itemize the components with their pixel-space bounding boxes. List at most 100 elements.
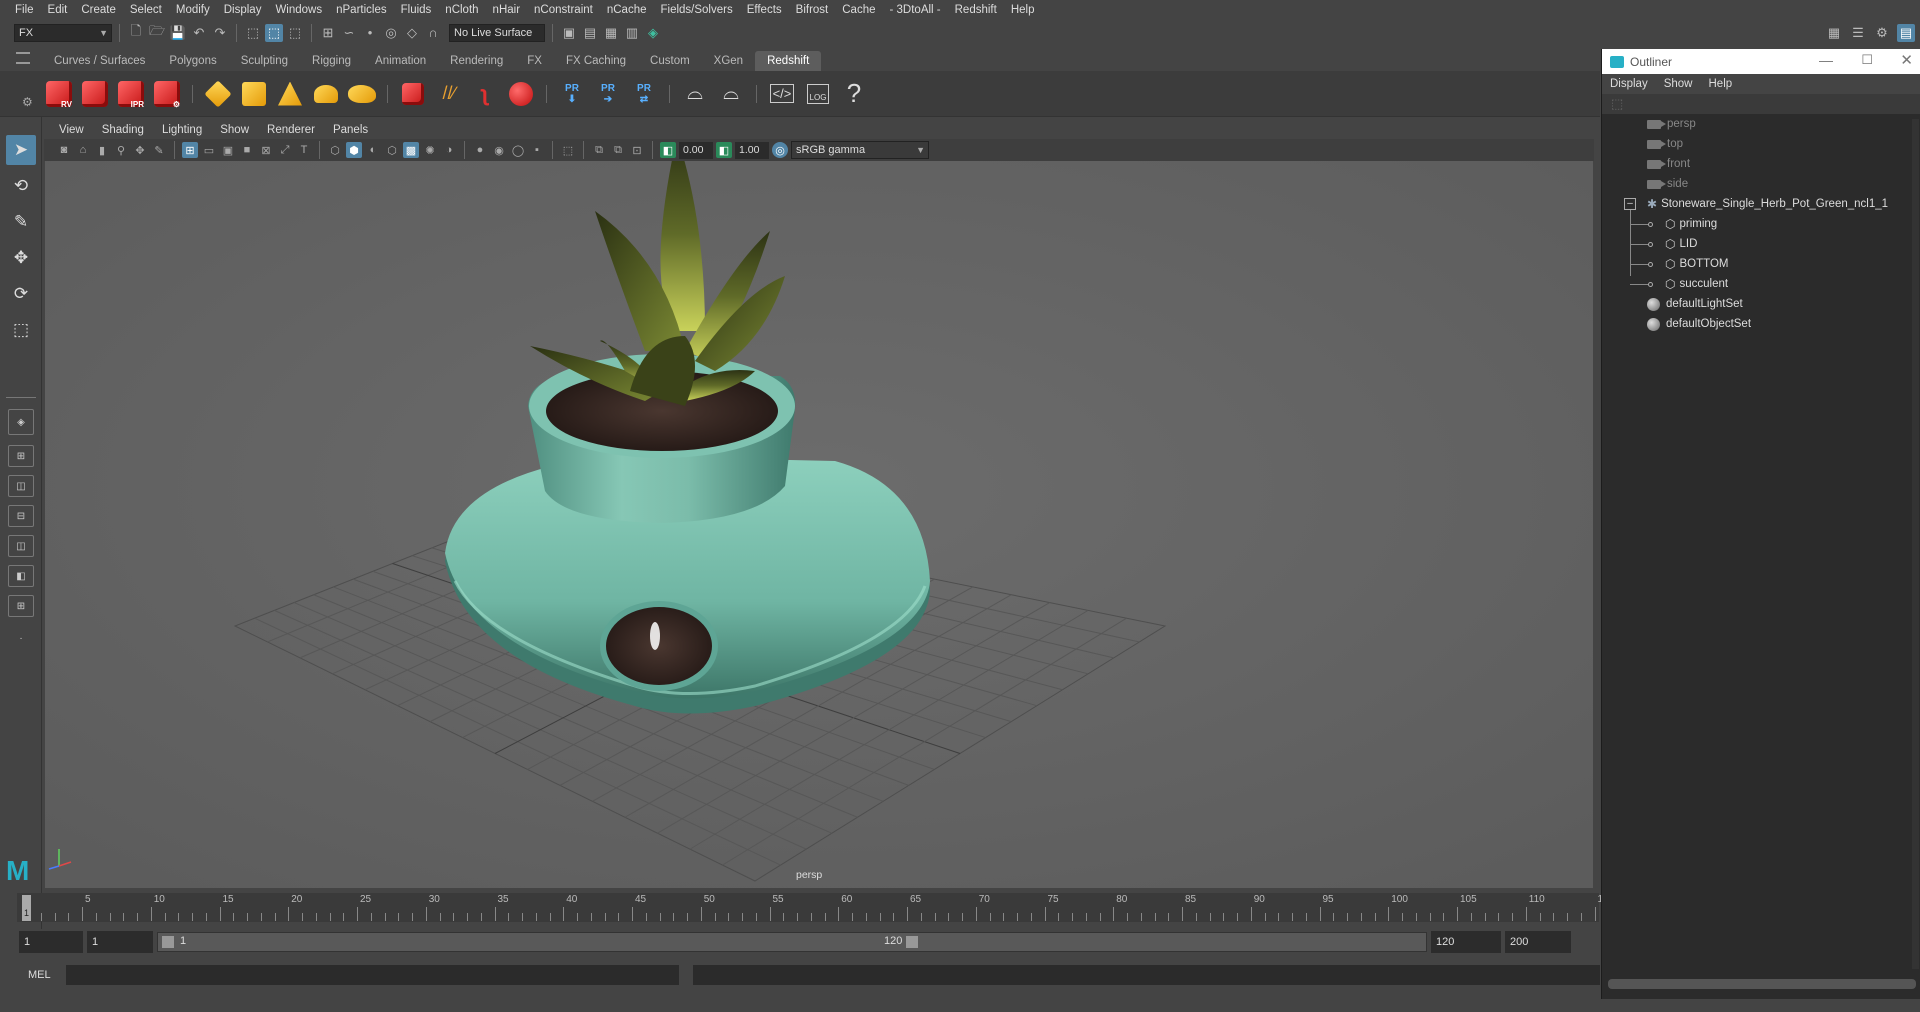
redshift-rv-button[interactable]: RV [44, 77, 74, 111]
render-settings-icon[interactable]: ▥ [623, 24, 641, 42]
color-management-icon[interactable]: ◎ [772, 142, 788, 158]
tool-settings-icon[interactable]: ⚙ [1873, 24, 1891, 42]
exposure-toggle-icon[interactable]: ◧ [660, 142, 676, 158]
visibility-dot[interactable] [1648, 242, 1653, 247]
menu-item-11[interactable]: nConstraint [527, 4, 600, 16]
channel-box-icon[interactable]: ▤ [1897, 24, 1915, 42]
bookmark-icon[interactable]: ▮ [94, 142, 110, 158]
exposure-field[interactable]: 0.00 [679, 141, 713, 159]
outliner-row-camera[interactable]: persp [1647, 114, 1696, 134]
menu-item-5[interactable]: Display [217, 4, 269, 16]
shelf-tab-5[interactable]: Rendering [438, 51, 515, 71]
menu-item-19[interactable]: Help [1004, 4, 1042, 16]
redshift-sphere-button[interactable] [506, 77, 536, 111]
outliner-persp-icon[interactable]: ◧ [8, 565, 34, 587]
menu-item-1[interactable]: Edit [41, 4, 75, 16]
menu-item-12[interactable]: nCache [600, 4, 654, 16]
xray-icon[interactable]: ⧉ [591, 142, 607, 158]
save-scene-icon[interactable]: 💾 [169, 24, 187, 42]
scale-tool-icon[interactable]: ⬚ [6, 315, 36, 345]
redshift-dome-button[interactable] [311, 77, 341, 111]
time-slider[interactable]: 5 10 15 20 25 30 35 40 45 50 55 60 65 70 75 80 85 90 95 100… [17, 893, 1613, 922]
select-hierarchy-icon[interactable]: ⬚ [244, 24, 262, 42]
open-scene-icon[interactable]: 🗁 [148, 23, 166, 42]
safe-action-icon[interactable]: ⤢ [277, 142, 293, 158]
outliner-row-group[interactable]: ✱ Stoneware_Single_Herb_Pot_Green_ncl1_1 [1647, 194, 1888, 214]
snap-curve-icon[interactable]: ∽ [340, 24, 358, 42]
visibility-dot[interactable] [1648, 282, 1653, 287]
outliner-menu-2[interactable]: Help [1709, 78, 1733, 90]
menu-item-17[interactable]: - 3DtoAll - [883, 4, 948, 16]
menu-item-0[interactable]: File [8, 4, 41, 16]
close-icon[interactable]: ✕ [1900, 51, 1913, 69]
gamma-field[interactable]: 1.00 [735, 141, 769, 159]
image-plane-icon[interactable]: ⚲ [113, 142, 129, 158]
redshift-light-grid-button[interactable] [239, 77, 269, 111]
outliner-row-camera[interactable]: top [1647, 134, 1683, 154]
menu-item-15[interactable]: Bifrost [789, 4, 836, 16]
menuset-dropdown[interactable]: FX ▼ [14, 23, 112, 42]
mel-label[interactable]: MEL [28, 969, 52, 981]
redshift-log-button[interactable]: LOG [803, 77, 833, 111]
visibility-dot[interactable] [1648, 222, 1653, 227]
gamma-toggle-icon[interactable]: ◧ [716, 142, 732, 158]
modeling-toolkit-icon[interactable]: ▦ [1825, 24, 1843, 42]
paint-select-icon[interactable]: ✎ [6, 207, 36, 237]
shelf-tab-1[interactable]: Polygons [157, 51, 228, 71]
resolution-gate-icon[interactable]: ▣ [220, 142, 236, 158]
snap-view-icon[interactable]: ◎ [382, 24, 400, 42]
bowl-alt-button[interactable]: ⌓ [716, 77, 746, 111]
anti-aliasing-icon[interactable]: ◯ [510, 142, 526, 158]
perspective-viewport[interactable] [45, 161, 1593, 888]
new-scene-icon[interactable]: 🗋 [127, 23, 145, 42]
xray-active-icon[interactable]: ⧉ [610, 142, 626, 158]
proxy-export-button[interactable]: PR ⬇ [557, 77, 587, 111]
xray-joints-icon[interactable]: ⊡ [629, 142, 645, 158]
film-gate-icon[interactable]: ▭ [201, 142, 217, 158]
redshift-hair-button[interactable]: //∕ [434, 77, 464, 111]
redshift-curve-button[interactable]: ʅ [470, 77, 500, 111]
shelf-tab-6[interactable]: FX [515, 51, 554, 71]
depth-of-field-icon[interactable]: ▪ [529, 142, 545, 158]
visibility-dot[interactable] [1648, 262, 1653, 267]
viewport-menu-1[interactable]: Shading [93, 124, 153, 136]
more-layouts-icon[interactable]: · [8, 631, 34, 645]
graph-persp-icon[interactable]: ⊞ [8, 595, 34, 617]
textured-icon[interactable]: ▩ [403, 142, 419, 158]
snap-point-icon[interactable]: • [361, 24, 379, 42]
render-frame-icon[interactable]: ▤ [581, 24, 599, 42]
viewport-menu-5[interactable]: Panels [324, 124, 377, 136]
range-end-handle[interactable] [906, 936, 918, 948]
start-frame-field[interactable]: 1 [19, 931, 83, 953]
proxy-import-button[interactable]: PR ➔ [593, 77, 623, 111]
select-object-icon[interactable]: ⬚ [265, 23, 283, 42]
smooth-shade-icon[interactable]: ⬢ [346, 142, 362, 158]
safe-title-icon[interactable]: T [296, 142, 312, 158]
grease-pencil-icon[interactable]: ✎ [151, 142, 167, 158]
shelf-tab-0[interactable]: Curves / Surfaces [42, 51, 157, 71]
menu-item-3[interactable]: Select [123, 4, 169, 16]
range-slider[interactable]: 1 120 [157, 932, 1427, 952]
outliner-row-mesh[interactable]: ⬡ LID [1665, 234, 1697, 254]
menu-item-6[interactable]: Windows [268, 4, 329, 16]
filter-icon[interactable]: ⬚ [1611, 96, 1623, 112]
lasso-tool-icon[interactable]: ⟲ [6, 171, 36, 201]
field-chart-icon[interactable]: ⊠ [258, 142, 274, 158]
outliner-row-set[interactable]: defaultObjectSet [1647, 314, 1751, 334]
viewport-menu-3[interactable]: Show [211, 124, 258, 136]
snap-grid-icon[interactable]: ⊞ [319, 24, 337, 42]
grid-toggle-icon[interactable]: ⊞ [182, 142, 198, 158]
snap-surface-icon[interactable]: ◇ [403, 24, 421, 42]
menu-item-14[interactable]: Effects [740, 4, 789, 16]
shelf-tab-3[interactable]: Rigging [300, 51, 363, 71]
redshift-sun-button[interactable] [347, 77, 377, 111]
outliner-vertical-scrollbar[interactable] [1912, 119, 1919, 969]
color-space-dropdown[interactable]: sRGB gamma ▼ [791, 141, 929, 159]
use-all-lights-icon[interactable]: ✺ [422, 142, 438, 158]
shelf-tab-2[interactable]: Sculpting [229, 51, 300, 71]
outliner-row-set[interactable]: defaultLightSet [1647, 294, 1743, 314]
ambient-occlusion-icon[interactable]: ● [472, 142, 488, 158]
motion-blur-icon[interactable]: ◉ [491, 142, 507, 158]
shadows-icon[interactable]: ◑ [441, 142, 457, 158]
use-default-material-icon[interactable]: ◐ [365, 142, 381, 158]
